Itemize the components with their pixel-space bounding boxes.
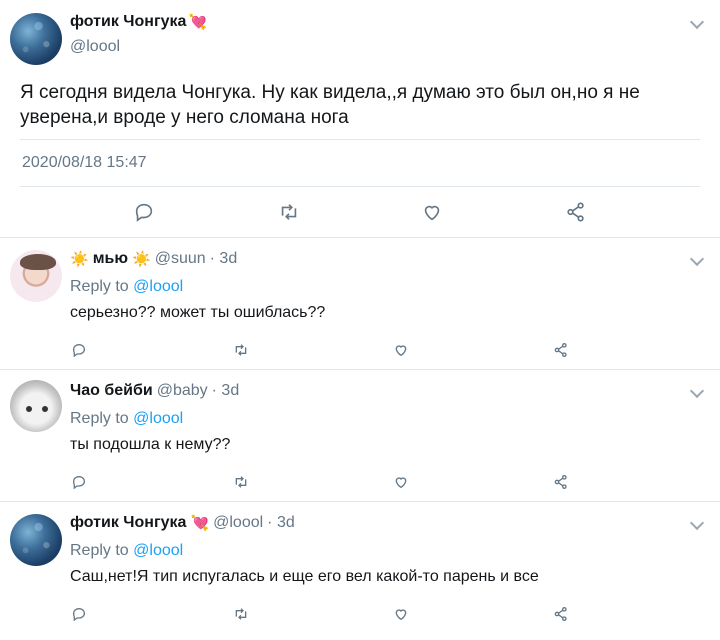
- reply-icon[interactable]: [67, 470, 91, 494]
- like-icon[interactable]: [389, 338, 413, 362]
- reply-text: ты подошла к нему??: [70, 436, 231, 453]
- tweet-age: · 3d: [211, 382, 240, 399]
- reply-to-prefix: Reply to: [70, 410, 129, 427]
- tweet-age: · 3d: [209, 250, 238, 267]
- retweet-icon[interactable]: [229, 470, 253, 494]
- tweet-timestamp: 2020/08/18 15:47: [22, 154, 147, 171]
- reply-tweet: ☀️ мью ☀️ @suun · 3d Reply to @loool сер…: [0, 238, 720, 370]
- reply-header: Чао бейби @baby · 3d: [70, 382, 239, 400]
- share-icon[interactable]: [549, 338, 573, 362]
- retweet-icon[interactable]: [229, 338, 253, 362]
- reply-tweet: Чао бейби @baby · 3d Reply to @loool ты …: [0, 370, 720, 502]
- display-name[interactable]: фотик Чонгука: [70, 514, 186, 532]
- author-handle[interactable]: @suun: [155, 250, 206, 268]
- author-name-row[interactable]: фотик Чонгука 💘: [70, 13, 207, 31]
- reply-header: ☀️ мью ☀️ @suun · 3d: [70, 250, 237, 268]
- share-icon[interactable]: [549, 470, 573, 494]
- chevron-down-icon[interactable]: [689, 383, 705, 399]
- arrow-heart-emoji: 💘: [190, 515, 210, 532]
- display-name[interactable]: мью: [93, 250, 128, 268]
- like-icon[interactable]: [420, 200, 444, 224]
- sun-emoji: ☀️: [132, 251, 151, 268]
- sun-emoji: ☀️: [70, 251, 89, 268]
- share-icon[interactable]: [564, 200, 588, 224]
- tweet-age: · 3d: [267, 514, 295, 531]
- display-name[interactable]: Чао бейби: [70, 382, 153, 400]
- reply-to-prefix: Reply to: [70, 278, 129, 295]
- avatar[interactable]: [10, 514, 62, 566]
- reply-to-prefix: Reply to: [70, 542, 129, 559]
- arrow-heart-emoji: 💘: [188, 14, 208, 31]
- reply-icon[interactable]: [132, 200, 156, 224]
- tweet-text: Я сегодня видела Чонгука. Ну как видела,…: [20, 82, 640, 128]
- reply-to-label: Reply to @loool: [70, 278, 183, 296]
- reply-icon[interactable]: [67, 602, 91, 626]
- reply-text: серьезно?? может ты ошиблась??: [70, 304, 326, 321]
- retweet-icon[interactable]: [229, 602, 253, 626]
- main-tweet: фотик Чонгука 💘 @loool Я сегодня видела …: [0, 0, 720, 238]
- reply-to-label: Reply to @loool: [70, 410, 183, 428]
- reply-to-link[interactable]: @loool: [133, 410, 183, 427]
- share-icon[interactable]: [549, 602, 573, 626]
- like-icon[interactable]: [389, 602, 413, 626]
- reply-text: Саш,нет!Я тип испугалась и еще его вел к…: [70, 568, 539, 585]
- chevron-down-icon[interactable]: [689, 251, 705, 267]
- reply-to-link[interactable]: @loool: [133, 278, 183, 295]
- reply-header: фотик Чонгука 💘 @loool · 3d: [70, 514, 295, 532]
- reply-to-link[interactable]: @loool: [133, 542, 183, 559]
- author-handle[interactable]: @baby: [157, 382, 208, 400]
- reply-icon[interactable]: [67, 338, 91, 362]
- author-handle[interactable]: @loool: [213, 514, 263, 532]
- divider: [20, 186, 700, 187]
- chevron-down-icon[interactable]: [689, 14, 705, 30]
- avatar[interactable]: [10, 380, 62, 432]
- reply-tweet: фотик Чонгука 💘 @loool · 3d Reply to @lo…: [0, 502, 720, 640]
- divider: [20, 139, 700, 140]
- display-name[interactable]: фотик Чонгука: [70, 13, 186, 31]
- avatar[interactable]: [10, 13, 62, 65]
- chevron-down-icon[interactable]: [689, 515, 705, 531]
- author-handle[interactable]: @loool: [70, 38, 120, 56]
- reply-to-label: Reply to @loool: [70, 542, 183, 560]
- like-icon[interactable]: [389, 470, 413, 494]
- retweet-icon[interactable]: [277, 200, 301, 224]
- avatar[interactable]: [10, 250, 62, 302]
